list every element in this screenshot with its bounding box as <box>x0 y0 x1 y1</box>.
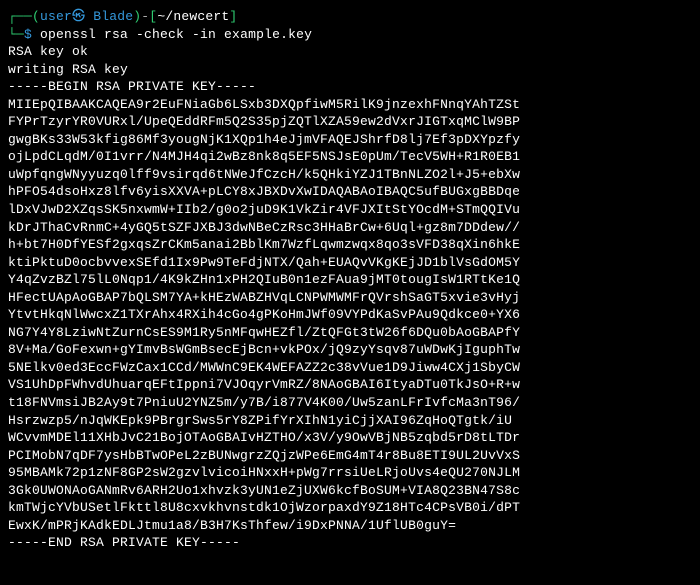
output-line-rsa-ok: RSA key ok <box>8 43 692 61</box>
prompt-line-2[interactable]: └─$ openssl rsa -check -in example.key <box>8 26 692 44</box>
end-private-key-marker: -----END RSA PRIVATE KEY----- <box>8 534 692 552</box>
prompt-path: ~/newcert <box>157 9 229 24</box>
prompt-host: Blade <box>93 9 133 24</box>
output-line-writing: writing RSA key <box>8 61 692 79</box>
prompt-line-1: ┌──(user㉿ Blade)-[~/newcert] <box>8 8 692 26</box>
prompt-dollar: $ <box>24 27 40 42</box>
prompt-open-glyph: ┌──( <box>8 9 40 24</box>
prompt-user: user㉿ <box>40 9 85 24</box>
private-key-body: MIIEpQIBAAKCAQEA9r2EuFNiaGb6LSxb3DXQpfiw… <box>8 96 692 535</box>
begin-private-key-marker: -----BEGIN RSA PRIVATE KEY----- <box>8 78 692 96</box>
command-text: openssl rsa -check -in example.key <box>40 27 312 42</box>
